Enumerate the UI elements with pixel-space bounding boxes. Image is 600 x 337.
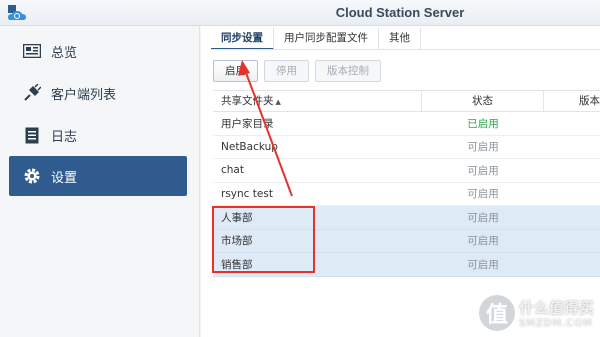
column-header-status[interactable]: 状态 xyxy=(422,91,544,111)
folder-name: NetBackup xyxy=(221,140,278,153)
table-row[interactable]: NetBackup 可启用 xyxy=(213,136,600,159)
sidebar-item-label: 总览 xyxy=(51,45,78,61)
folder-name: 用户家目录 xyxy=(221,117,274,130)
status-value: 可启用 xyxy=(467,164,499,177)
gear-icon xyxy=(17,167,47,185)
table-row[interactable]: rsync test 可启用 xyxy=(213,183,600,206)
folder-name: chat xyxy=(221,164,244,177)
toolbar: 启用 停用 版本控制 xyxy=(213,60,381,82)
annotation-highlight-box xyxy=(212,206,315,273)
log-list-icon xyxy=(17,127,47,144)
watermark-cn: 什么值得买 xyxy=(518,299,594,317)
sidebar: 总览 客户端列表 日志 设置 xyxy=(0,26,200,337)
tab-sync-settings[interactable]: 同步设置 xyxy=(211,28,274,50)
sidebar-item-label: 设置 xyxy=(51,170,78,186)
watermark-en: SMZDM.COM xyxy=(518,318,593,329)
status-value: 可启用 xyxy=(467,211,499,224)
column-header-folder[interactable]: 共享文件夹 ▲ xyxy=(213,91,422,111)
table-row[interactable]: 用户家目录 已启用 xyxy=(213,112,600,136)
app-title: Cloud Station Server xyxy=(335,5,465,20)
overview-card-icon xyxy=(17,44,47,58)
sidebar-item-label: 客户端列表 xyxy=(51,87,117,103)
table-header: 共享文件夹 ▲ 状态 版本 xyxy=(213,90,600,112)
sidebar-item-overview[interactable]: 总览 xyxy=(9,31,187,71)
status-value: 已启用 xyxy=(467,117,499,130)
sidebar-item-client-list[interactable]: 客户端列表 xyxy=(9,73,187,113)
version-control-button[interactable]: 版本控制 xyxy=(315,60,381,82)
sidebar-item-log[interactable]: 日志 xyxy=(9,115,187,155)
sort-ascending-icon: ▲ xyxy=(275,98,281,106)
main-panel: 同步设置 用户同步配置文件 其他 启用 停用 版本控制 共享文件夹 ▲ 状态 版本… xyxy=(201,26,600,337)
tab-other[interactable]: 其他 xyxy=(379,28,421,50)
sidebar-item-settings[interactable]: 设置 xyxy=(9,156,187,196)
plug-icon xyxy=(17,84,47,102)
tab-user-sync-profiles[interactable]: 用户同步配置文件 xyxy=(274,28,379,50)
watermark: 值 什么值得买 SMZDM.COM xyxy=(478,295,594,331)
status-value: 可启用 xyxy=(467,188,499,201)
status-value: 可启用 xyxy=(467,235,499,248)
table-row[interactable]: chat 可启用 xyxy=(213,159,600,183)
smzdm-logo-icon: 值 xyxy=(478,295,515,331)
tab-divider xyxy=(211,49,600,50)
tab-bar: 同步设置 用户同步配置文件 其他 xyxy=(211,26,421,50)
sidebar-item-label: 日志 xyxy=(51,129,78,145)
status-value: 可启用 xyxy=(467,141,499,154)
enable-button[interactable]: 启用 xyxy=(213,60,258,82)
folder-name: rsync test xyxy=(221,187,273,200)
title-bar: Cloud Station Server xyxy=(0,0,600,26)
disable-button[interactable]: 停用 xyxy=(264,60,309,82)
status-value: 可启用 xyxy=(467,258,499,271)
column-header-version[interactable]: 版本 xyxy=(544,91,600,111)
